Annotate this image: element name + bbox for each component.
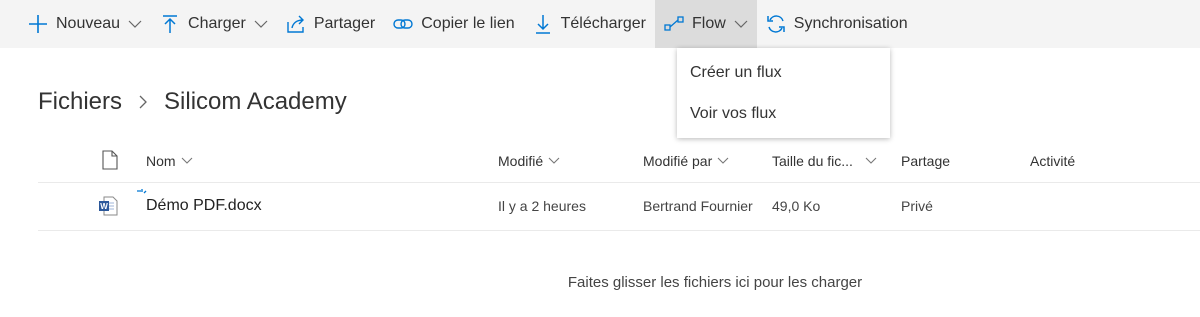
share-button[interactable]: Partager	[277, 0, 384, 48]
command-bar: Nouveau Charger Partager Copier le lien …	[0, 0, 1200, 48]
upload-icon	[160, 14, 180, 34]
column-header-modified-label: Modifié	[498, 153, 544, 169]
file-sharing: Privé	[901, 198, 933, 214]
chevron-down-icon	[181, 157, 193, 165]
download-button-label: Télécharger	[560, 15, 646, 32]
file-modified: Il y a 2 heures	[498, 198, 586, 214]
chevron-down-icon	[734, 19, 748, 29]
flow-icon	[664, 14, 684, 34]
column-header-sharing-label: Partage	[901, 153, 951, 169]
plus-icon	[28, 14, 48, 34]
chevron-down-icon	[128, 19, 142, 29]
download-icon	[533, 14, 553, 34]
file-modified-by: Bertrand Fournier	[643, 198, 753, 214]
download-button[interactable]: Télécharger	[524, 0, 655, 48]
new-button[interactable]: Nouveau	[0, 0, 151, 48]
chevron-down-icon	[548, 157, 560, 165]
column-header-size-label: Taille du fic...	[772, 153, 853, 169]
file-list-header: Nom Modifié Modifié par Taille du fic...…	[38, 140, 1200, 183]
column-header-name-label: Nom	[146, 153, 176, 169]
column-header-name[interactable]: Nom	[146, 140, 193, 182]
column-header-activity-label: Activité	[1030, 153, 1076, 169]
share-icon	[286, 14, 306, 34]
menu-item-view-flows[interactable]: Voir vos flux	[677, 93, 890, 134]
breadcrumb-root[interactable]: Fichiers	[38, 88, 122, 116]
svg-text:W: W	[100, 202, 108, 211]
new-button-label: Nouveau	[56, 15, 121, 32]
menu-item-create-flow[interactable]: Créer un flux	[677, 52, 890, 93]
sync-button[interactable]: Synchronisation	[757, 0, 917, 48]
flow-dropdown-menu: Créer un flux Voir vos flux	[677, 48, 890, 138]
word-file-icon: W	[98, 182, 118, 230]
upload-button[interactable]: Charger	[151, 0, 277, 48]
column-header-size[interactable]: Taille du fic...	[772, 140, 877, 182]
drop-zone-hint: Faites glisser les fichiers ici pour les…	[567, 274, 863, 291]
chevron-down-icon	[254, 19, 268, 29]
chevron-right-icon	[138, 94, 148, 110]
upload-button-label: Charger	[188, 15, 246, 32]
table-row[interactable]: W Démo PDF.docx Il y a 2 heures Bertrand…	[38, 182, 1200, 231]
chevron-down-icon	[717, 157, 729, 165]
flow-button[interactable]: Flow	[655, 0, 757, 48]
breadcrumb: Fichiers Silicom Academy	[38, 88, 347, 116]
share-button-label: Partager	[313, 15, 376, 32]
breadcrumb-current: Silicom Academy	[164, 88, 347, 115]
column-header-modified[interactable]: Modifié	[498, 140, 560, 182]
chevron-down-icon	[865, 157, 877, 165]
copy-link-button-label: Copier le lien	[421, 15, 515, 32]
file-name-link[interactable]: Démo PDF.docx	[146, 182, 262, 230]
file-type-header[interactable]	[102, 140, 118, 182]
copy-link-button[interactable]: Copier le lien	[384, 0, 523, 48]
column-header-activity[interactable]: Activité	[1030, 140, 1075, 182]
link-icon	[393, 14, 413, 34]
column-header-modified-by[interactable]: Modifié par	[643, 140, 729, 182]
file-size: 49,0 Ko	[772, 198, 821, 214]
sync-icon	[766, 14, 786, 34]
document-icon	[102, 149, 118, 173]
column-header-sharing[interactable]: Partage	[901, 140, 950, 182]
column-header-modified-by-label: Modifié par	[643, 153, 713, 169]
sync-button-label: Synchronisation	[793, 15, 908, 32]
flow-button-label: Flow	[692, 15, 726, 32]
